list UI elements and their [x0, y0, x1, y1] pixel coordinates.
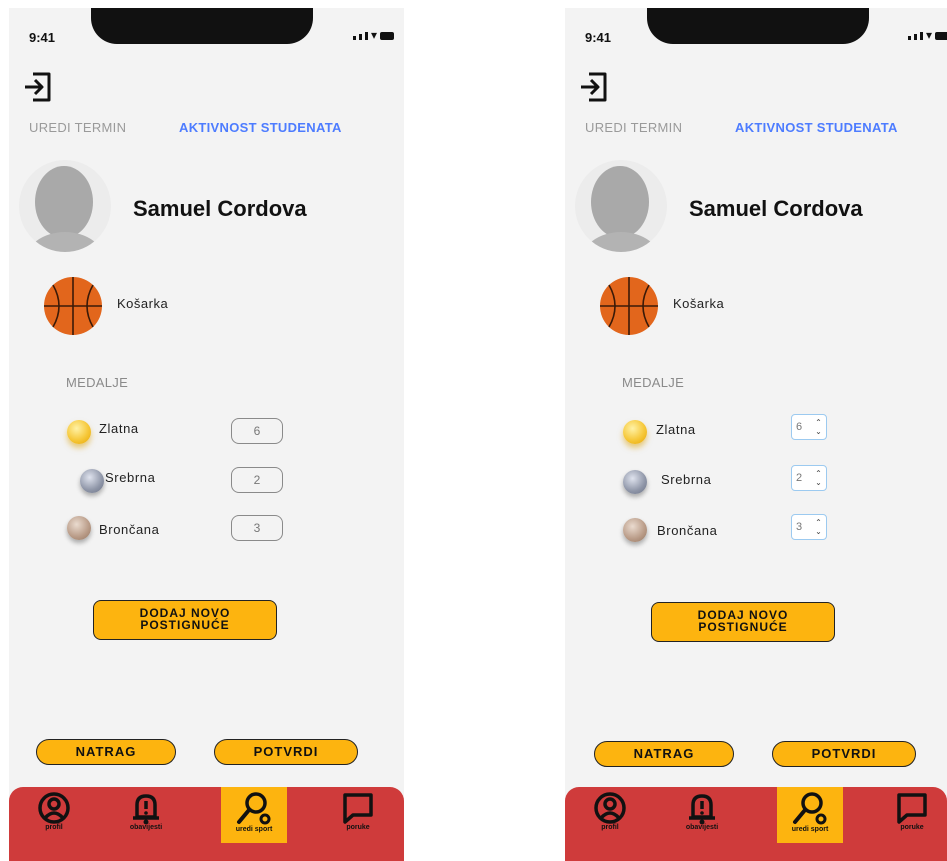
chat-icon: [343, 793, 373, 824]
nav-item-messages[interactable]: poruke: [325, 787, 391, 843]
wifi-icon: ▾: [370, 28, 377, 42]
bronze-medal-icon: [67, 516, 91, 540]
wifi-icon: ▾: [925, 28, 932, 42]
chat-icon: [897, 793, 927, 824]
avatar: [575, 160, 667, 252]
user-circle-icon: [594, 792, 626, 824]
sport-name: Košarka: [117, 296, 169, 311]
phone-screen-view: 9:41 ▾ UREDI TERMIN AKTIVNOST STUDENATA …: [9, 8, 404, 861]
silver-medal-label: Srebrna: [661, 472, 712, 487]
signal-icon: [352, 36, 356, 40]
status-time: 9:41: [585, 30, 612, 45]
signal-icon: [913, 34, 917, 40]
avatar: [19, 160, 111, 252]
bronze-medal-icon: [623, 518, 647, 542]
silver-medal-label: Srebrna: [105, 470, 156, 485]
phone-screen-edit: 9:41 ▾ UREDI TERMIN AKTIVNOST STUDENATA …: [565, 8, 947, 861]
stepper-arrows-icon[interactable]: ⌃ ⌄: [814, 418, 823, 436]
user-name: Samuel Cordova: [133, 196, 307, 221]
silver-medal-count: 2: [231, 467, 283, 493]
nav-item-profile[interactable]: profil: [21, 787, 87, 843]
bronze-medal-label: Brončana: [657, 523, 718, 538]
bell-icon: [689, 794, 715, 825]
gold-medal-label: Zlatna: [656, 422, 696, 437]
user-circle-icon: [38, 792, 70, 824]
silver-medal-stepper[interactable]: 2 ⌃ ⌄: [791, 465, 827, 491]
gold-medal-stepper[interactable]: 6 ⌃ ⌄: [791, 414, 827, 440]
bottom-nav: profil obavijesti uredi sport poruke: [565, 787, 947, 861]
gold-medal-count: 6: [231, 418, 283, 444]
sport-name: Košarka: [673, 296, 725, 311]
stepper-arrows-icon[interactable]: ⌃ ⌄: [814, 469, 823, 487]
medals-title: MEDALJE: [622, 375, 685, 390]
back-button[interactable]: NATRAG: [594, 741, 734, 767]
silver-medal-icon: [623, 470, 647, 494]
battery-icon: [380, 32, 394, 40]
bronze-medal-stepper[interactable]: 3 ⌃ ⌄: [791, 514, 827, 540]
stepper-arrows-icon[interactable]: ⌃ ⌄: [814, 518, 823, 536]
phone-notch: [647, 8, 869, 44]
medals-title: MEDALJE: [66, 375, 129, 390]
phone-notch: [91, 8, 313, 44]
signal-icon: [364, 32, 368, 40]
bronze-medal-count: 3: [231, 515, 283, 541]
user-name: Samuel Cordova: [689, 196, 863, 221]
gold-medal-icon: [67, 420, 91, 444]
status-icons: ▾: [907, 28, 947, 42]
nav-item-edit-sport[interactable]: uredi sport: [777, 787, 843, 843]
add-achievement-button[interactable]: DODAJ NOVO POSTIGNUĆE: [93, 600, 277, 640]
nav-item-notifications[interactable]: obavijesti: [669, 787, 735, 843]
confirm-button[interactable]: POTVRDI: [214, 739, 358, 765]
silver-medal-icon: [80, 469, 104, 493]
add-achievement-button[interactable]: DODAJ NOVO POSTIGNUĆE: [651, 602, 835, 642]
signal-icon: [358, 34, 362, 40]
bottom-nav: profil obavijesti uredi sport poruke: [9, 787, 404, 861]
basketball-icon: [44, 277, 102, 335]
bronze-medal-label: Brončana: [99, 522, 160, 537]
tab-edit-term[interactable]: UREDI TERMIN: [29, 120, 126, 135]
confirm-button[interactable]: POTVRDI: [772, 741, 916, 767]
tab-edit-term[interactable]: UREDI TERMIN: [585, 120, 682, 135]
bell-icon: [133, 794, 159, 825]
status-icons: ▾: [352, 28, 394, 42]
nav-item-profile[interactable]: profil: [577, 787, 643, 843]
gold-medal-icon: [623, 420, 647, 444]
nav-item-notifications[interactable]: obavijesti: [113, 787, 179, 843]
basketball-icon: [600, 277, 658, 335]
back-button[interactable]: NATRAG: [36, 739, 176, 765]
gold-medal-label: Zlatna: [99, 421, 139, 436]
status-time: 9:41: [29, 30, 56, 45]
nav-item-messages[interactable]: poruke: [879, 787, 945, 843]
tab-student-activity[interactable]: AKTIVNOST STUDENATA: [179, 120, 342, 135]
nav-item-edit-sport[interactable]: uredi sport: [221, 787, 287, 843]
login-icon[interactable]: [579, 70, 609, 104]
signal-icon: [919, 32, 923, 40]
login-icon[interactable]: [23, 70, 53, 104]
racket-icon: [237, 792, 271, 825]
tab-student-activity[interactable]: AKTIVNOST STUDENATA: [735, 120, 898, 135]
battery-icon: [935, 32, 947, 40]
racket-icon: [793, 792, 827, 825]
signal-icon: [907, 36, 911, 40]
